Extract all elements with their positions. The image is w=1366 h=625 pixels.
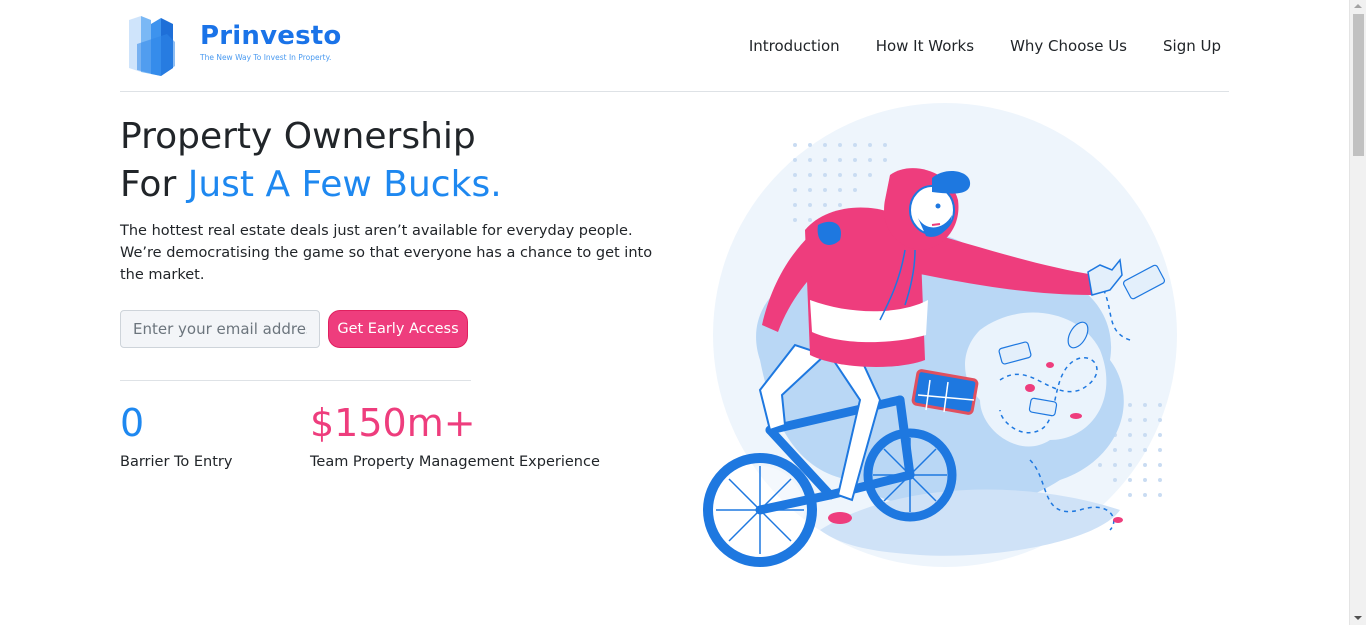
hero-title: Property Ownership For Just A Few Bucks. bbox=[120, 113, 502, 209]
nav-how-it-works[interactable]: How It Works bbox=[876, 37, 974, 55]
building-blocks-logo-icon bbox=[129, 16, 175, 76]
nav-sign-up[interactable]: Sign Up bbox=[1163, 37, 1221, 55]
nav-introduction[interactable]: Introduction bbox=[749, 37, 840, 55]
scroll-down-arrow-icon[interactable] bbox=[1354, 616, 1362, 620]
stat-value: 0 bbox=[120, 401, 145, 445]
hero-description: The hottest real estate deals just aren’… bbox=[120, 223, 653, 283]
hero-title-line1: Property Ownership bbox=[120, 116, 476, 157]
stat-barrier: 0 Barrier To Entry bbox=[120, 400, 232, 470]
stat-experience: $150m+ Team Property Management Experien… bbox=[310, 400, 600, 470]
main-nav: Introduction How It Works Why Choose Us … bbox=[749, 37, 1221, 55]
nav-why-choose-us[interactable]: Why Choose Us bbox=[1010, 37, 1127, 55]
page-scrollbar[interactable] bbox=[1349, 0, 1366, 625]
hero-title-accent: Just A Few Bucks. bbox=[187, 164, 502, 205]
stat-label: Barrier To Entry bbox=[120, 454, 233, 470]
stat-label: Team Property Management Experience bbox=[310, 454, 600, 470]
brand-name: Prinvesto bbox=[200, 21, 342, 51]
stats-divider bbox=[120, 380, 471, 381]
cyclist-illustration bbox=[703, 103, 1177, 567]
logo[interactable]: Prinvesto The New Way To Invest In Prope… bbox=[127, 14, 341, 76]
hero-title-line2-prefix: For bbox=[120, 164, 188, 205]
scroll-up-arrow-icon[interactable] bbox=[1354, 4, 1362, 8]
brand-tagline: The New Way To Invest In Property. bbox=[200, 53, 332, 62]
scrollbar-thumb[interactable] bbox=[1353, 14, 1364, 156]
get-early-access-button[interactable]: Get Early Access bbox=[328, 310, 468, 348]
stat-value: $150m+ bbox=[310, 401, 476, 445]
email-input[interactable] bbox=[120, 310, 320, 348]
site-header: Prinvesto The New Way To Invest In Prope… bbox=[120, 0, 1229, 92]
